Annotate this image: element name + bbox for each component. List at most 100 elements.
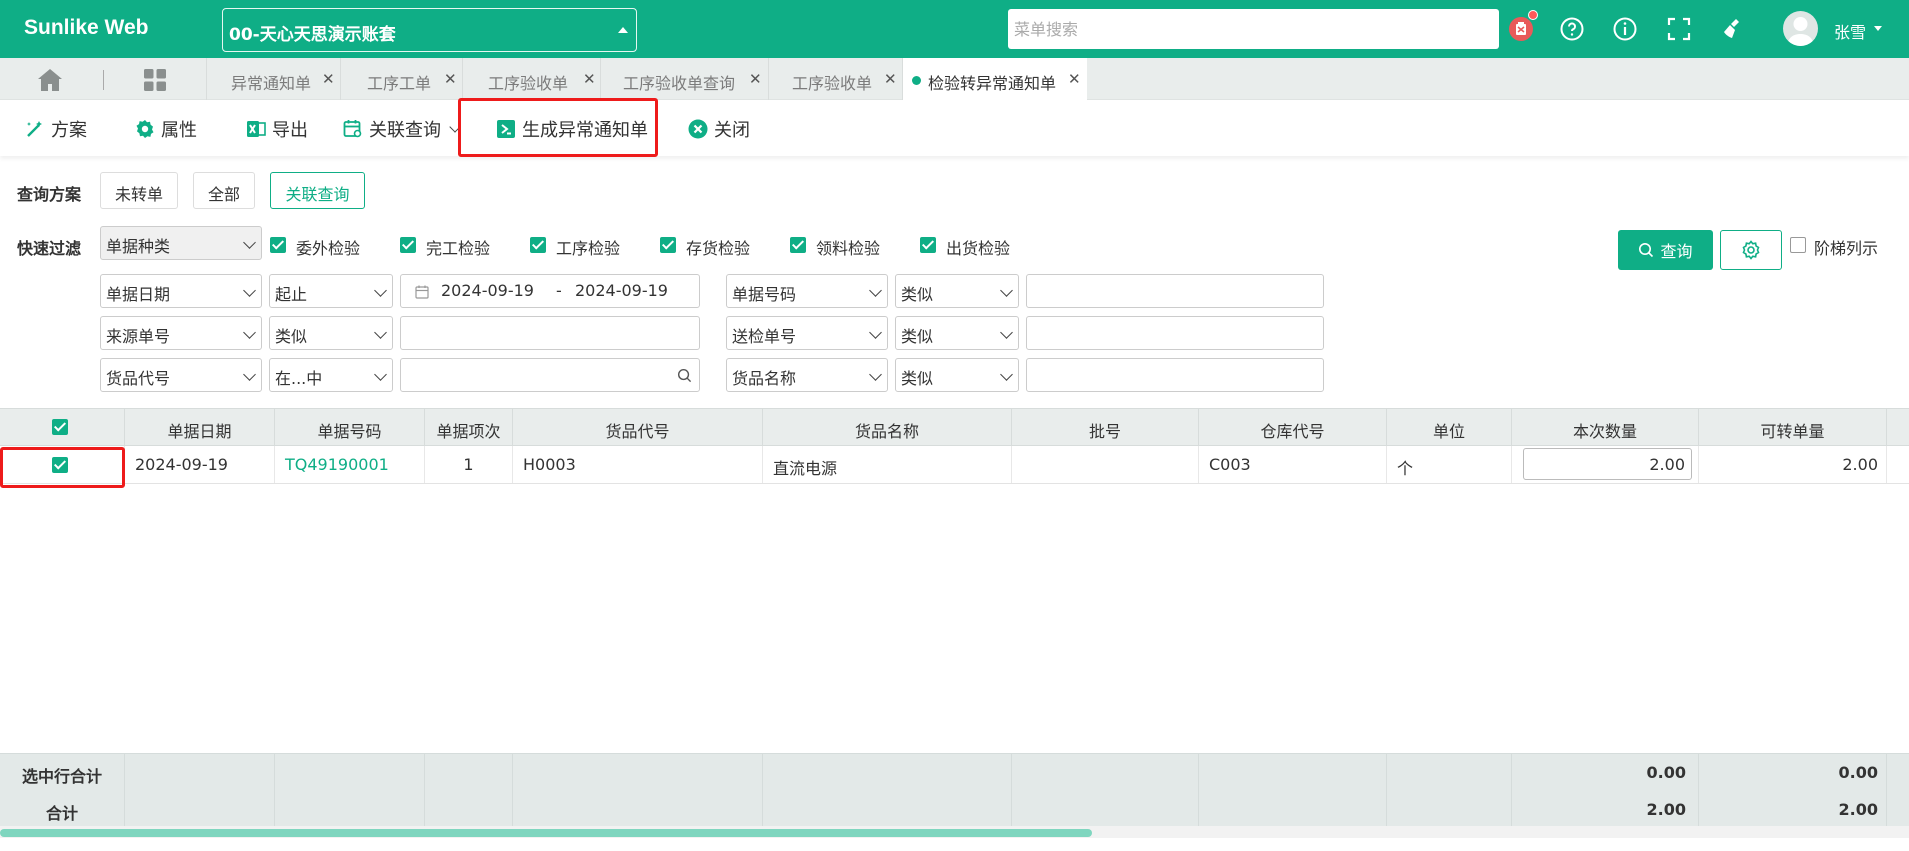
filter-field2-select[interactable]: 送检单号 (726, 316, 888, 350)
tab-inspection-to-abnormal[interactable]: 检验转异常通知单 ✕ (902, 58, 1087, 100)
select-all-checkbox[interactable] (52, 419, 68, 435)
column-header[interactable]: 可转单量 (1699, 409, 1887, 447)
chevron-down-icon (374, 284, 387, 297)
search-button[interactable]: 查询 (1618, 230, 1713, 270)
user-name[interactable]: 张雪 (1834, 19, 1866, 43)
avatar-icon[interactable] (1783, 11, 1818, 46)
close-tab-icon[interactable]: ✕ (884, 70, 897, 88)
checkbox-shipment[interactable] (920, 237, 936, 253)
close-tab-icon[interactable]: ✕ (583, 70, 596, 88)
header-select-all[interactable] (0, 409, 125, 447)
scheme-button[interactable]: 方案 (25, 116, 87, 142)
footer-empty (1012, 791, 1199, 826)
fullscreen-icon[interactable] (1666, 16, 1692, 42)
filter-field-select[interactable]: 来源单号 (100, 316, 262, 350)
inspection-no-input[interactable] (1026, 316, 1324, 350)
brand-logo[interactable]: Sunlike Web (24, 16, 148, 40)
filter-op2-value: 类似 (901, 369, 934, 388)
cell-qty: 2.00 (1512, 446, 1699, 483)
filter-op2-select[interactable]: 类似 (895, 358, 1019, 392)
ladder-checkbox[interactable] (1790, 237, 1806, 253)
close-button[interactable]: 关闭 (688, 116, 750, 142)
grid-icon[interactable] (143, 68, 167, 92)
filter-op2-value: 类似 (901, 285, 934, 304)
column-header[interactable]: 本次数量 (1512, 409, 1699, 447)
related-query-label: 关联查询 (369, 120, 441, 141)
column-header[interactable]: 货品代号 (513, 409, 763, 447)
source-no-input[interactable] (400, 316, 700, 350)
scheme-option-related[interactable]: 关联查询 (270, 172, 365, 209)
column-header[interactable]: 单据号码 (275, 409, 425, 447)
scheme-option-unconverted[interactable]: 未转单 (100, 172, 178, 209)
chevron-down-icon (243, 326, 256, 339)
footer-empty (513, 754, 763, 792)
filter-field2-select[interactable]: 货品名称 (726, 358, 888, 392)
scrollbar-thumb[interactable] (0, 829, 1092, 837)
horizontal-scrollbar[interactable] (0, 826, 1909, 838)
scheme-option-all[interactable]: 全部 (193, 172, 255, 209)
filter-op-select[interactable]: 起止 (269, 274, 393, 308)
chevron-down-icon (869, 284, 882, 297)
home-icon[interactable] (36, 68, 64, 92)
doc-type-value: 单据种类 (106, 237, 171, 256)
column-header[interactable]: 批号 (1012, 409, 1199, 447)
properties-button[interactable]: 属性 (135, 116, 197, 142)
filter-op2-select[interactable]: 类似 (895, 316, 1019, 350)
info-icon[interactable] (1612, 16, 1638, 42)
checkbox-process[interactable] (530, 237, 546, 253)
close-tab-icon[interactable]: ✕ (444, 70, 457, 88)
tab-process-order[interactable]: 工序工单 ✕ (340, 58, 462, 100)
product-code-input[interactable] (400, 358, 700, 392)
table-row[interactable]: 2024-09-19 TQ49190001 1 H0003 直流电源 C003 … (0, 446, 1909, 484)
filter-settings-button[interactable] (1720, 230, 1782, 270)
date-to[interactable]: 2024-09-19 (575, 281, 668, 300)
checkbox-label: 出货检验 (946, 239, 1011, 258)
search-icon[interactable] (677, 368, 692, 383)
tab-process-acceptance[interactable]: 工序验收单 ✕ (462, 58, 600, 100)
doc-no-input[interactable] (1026, 274, 1324, 308)
footer-empty (1199, 754, 1387, 792)
date-from[interactable]: 2024-09-19 (441, 281, 534, 300)
tab-abnormal-notice[interactable]: 异常通知单 ✕ (206, 58, 340, 100)
menu-search-input[interactable] (1008, 9, 1499, 49)
cell-doc-no-link[interactable]: TQ49190001 (275, 446, 425, 483)
column-header[interactable]: 仓库代号 (1199, 409, 1387, 447)
related-query-button[interactable]: 关联查询 (343, 116, 461, 142)
account-selector[interactable]: 00-天心天思演示账套 (222, 8, 637, 52)
filter-field-select[interactable]: 货品代号 (100, 358, 262, 392)
tab-process-acceptance-2[interactable]: 工序验收单 ✕ (768, 58, 902, 100)
user-caret-icon[interactable] (1874, 26, 1882, 31)
filter-field2-select[interactable]: 单据号码 (726, 274, 888, 308)
tab-label: 异常通知单 (231, 74, 312, 93)
filter-op-select[interactable]: 类似 (269, 316, 393, 350)
checkbox-completion[interactable] (400, 237, 416, 253)
close-tab-icon[interactable]: ✕ (749, 70, 762, 88)
close-tab-icon[interactable]: ✕ (322, 70, 335, 88)
checkbox-outsource[interactable] (270, 237, 286, 253)
clean-icon[interactable] (1720, 16, 1746, 42)
product-name-input[interactable] (1026, 358, 1324, 392)
notice-icon[interactable] (1508, 10, 1538, 42)
excel-icon (247, 121, 266, 137)
footer-empty (513, 791, 763, 826)
checkbox-material[interactable] (790, 237, 806, 253)
close-tab-icon[interactable]: ✕ (1068, 70, 1081, 88)
chevron-down-icon (374, 368, 387, 381)
column-header[interactable]: 货品名称 (763, 409, 1012, 447)
tab-process-acceptance-query[interactable]: 工序验收单查询 ✕ (600, 58, 768, 100)
column-header[interactable]: 单据日期 (125, 409, 275, 447)
chevron-down-icon (1000, 326, 1013, 339)
doc-type-select[interactable]: 单据种类 (100, 226, 262, 260)
filter-field-select[interactable]: 单据日期 (100, 274, 262, 308)
help-icon[interactable] (1559, 16, 1585, 42)
qty-input[interactable]: 2.00 (1523, 448, 1692, 480)
filter-op2-select[interactable]: 类似 (895, 274, 1019, 308)
filter-op-select[interactable]: 在...中 (269, 358, 393, 392)
export-button[interactable]: 导出 (246, 116, 308, 142)
chevron-down-icon (243, 284, 256, 297)
column-header[interactable]: 单位 (1387, 409, 1512, 447)
checkbox-inventory[interactable] (660, 237, 676, 253)
date-range-input[interactable]: 2024-09-19 - 2024-09-19 (400, 274, 700, 308)
grand-total-available: 2.00 (1699, 791, 1887, 826)
column-header[interactable]: 单据项次 (425, 409, 513, 447)
